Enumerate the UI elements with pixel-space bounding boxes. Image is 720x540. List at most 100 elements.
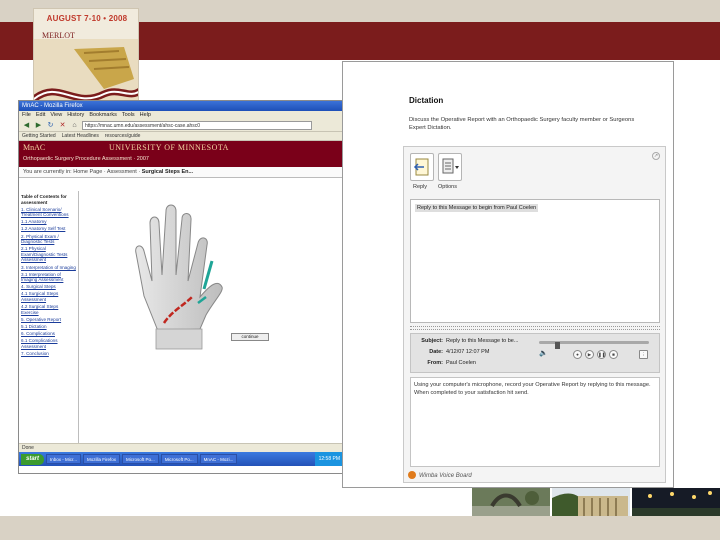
playback-thumb[interactable] — [554, 342, 560, 349]
options-icon — [442, 158, 459, 174]
subject-label: Subject: — [421, 338, 443, 344]
menu-help[interactable]: Help — [140, 111, 151, 120]
menu-bar: File Edit View History Bookmarks Tools H… — [19, 111, 342, 120]
dictation-instructions: Discuss the Operative Report with an Ort… — [409, 117, 635, 131]
windows-taskbar: start Inbox - Micr... Mozilla Firefox Mi… — [19, 452, 342, 466]
stop-icon[interactable]: ■ — [609, 350, 618, 359]
toc-heading: Table of Contents for assessment — [21, 194, 67, 205]
campus-photo-building — [552, 488, 630, 516]
reply-button[interactable] — [410, 153, 434, 181]
dictation-heading: Dictation — [409, 96, 444, 105]
wimba-brand: Wimba Voice Board — [408, 471, 472, 481]
toc-link[interactable]: 5.1 Dictation — [21, 324, 76, 330]
subject-value: Reply to this Message to be... — [446, 338, 519, 344]
toc-link[interactable]: 3.1 Interpretation of Imaging Assessment — [21, 272, 76, 283]
toc-link[interactable]: 2. Physical Exam / Diagnostic Tests — [21, 234, 76, 245]
forward-arrow-icon[interactable]: ▶ — [34, 121, 43, 130]
taskbar-item[interactable]: Inbox - Micr... — [46, 454, 82, 464]
taskbar-item[interactable]: Mozilla Firefox — [83, 454, 121, 464]
date-label: Date: — [429, 349, 443, 355]
taskbar-item[interactable]: Microsoft Po... — [122, 454, 159, 464]
continue-button[interactable]: continue — [231, 333, 269, 341]
stop-icon[interactable]: ✕ — [58, 121, 67, 130]
menu-edit[interactable]: Edit — [36, 111, 45, 120]
from-label: From: — [427, 360, 443, 366]
menu-tools[interactable]: Tools — [122, 111, 135, 120]
campus-photo-fountain — [472, 488, 550, 516]
dictation-panel: Dictation Discuss the Operative Report w… — [342, 61, 674, 488]
site-title-short: MnAC — [23, 143, 46, 152]
playback-slider[interactable] — [539, 341, 649, 349]
subject-field: Subject: Reply to this Message to be... — [415, 338, 518, 344]
conference-logo: AUGUST 7-10 • 2008 MERLOT — [33, 8, 139, 114]
wimba-brand-text: Wimba Voice Board — [419, 473, 472, 479]
menu-bookmarks[interactable]: Bookmarks — [89, 111, 117, 120]
back-arrow-icon[interactable]: ◀ — [22, 121, 31, 130]
menu-view[interactable]: View — [50, 111, 62, 120]
message-list: Reply to this Message to begin from Paul… — [410, 199, 660, 323]
message-detail: Subject: Reply to this Message to be... D… — [410, 333, 660, 373]
toc-link[interactable]: 4.2 Surgical Steps Exercise — [21, 304, 76, 315]
campus-photo-night — [632, 488, 720, 516]
toc-link[interactable]: 2.1 Physical Exam/Diagnostic Tests Asses… — [21, 246, 76, 263]
toc-link[interactable]: 6. Complications — [21, 331, 76, 337]
toc-link[interactable]: 3. Interpretation of Imaging — [21, 265, 76, 271]
page-subtitle: Orthopaedic Surgery Procedure Assessment… — [23, 156, 149, 162]
address-bar[interactable]: https://mnac.umn.edu/assessment/ahsc-cas… — [82, 121, 312, 130]
conference-dates: AUGUST 7-10 • 2008 — [46, 14, 128, 23]
site-header: MnAC UNIVERSITY OF MINNESOTA Orthopaedic… — [19, 141, 342, 167]
bookmark-item[interactable]: Latest Headlines — [62, 132, 99, 140]
play-icon[interactable]: ▶ — [585, 350, 594, 359]
window-title: MnAC - Mozilla Firefox — [19, 101, 342, 111]
voice-board: Reply Options ↗ Reply to this Message to… — [403, 146, 666, 483]
breadcrumb: You are currently in: Home Page · Assess… — [19, 167, 342, 178]
start-button[interactable]: start — [21, 453, 45, 465]
record-icon[interactable]: ● — [573, 350, 582, 359]
list-item[interactable]: Reply to this Message to begin from Paul… — [415, 204, 539, 212]
breadcrumb-prefix: You are currently in: Home Page · Assess… — [23, 169, 141, 175]
popout-icon[interactable]: ↗ — [652, 152, 660, 160]
toc-link[interactable]: 6.1 Complications Assessment — [21, 338, 76, 349]
page-content: Table of Contents for assessment 1. Clini… — [19, 191, 342, 443]
reload-icon[interactable]: ↻ — [46, 121, 55, 130]
navigation-toolbar: ◀ ▶ ↻ ✕ ⌂ https://mnac.umn.edu/assessmen… — [19, 120, 342, 132]
slide-bottom-bar — [0, 516, 720, 540]
volume-icon[interactable]: 🔈 — [539, 350, 548, 359]
taskbar-item[interactable]: MnAC - Mozi... — [199, 454, 238, 464]
menu-history[interactable]: History — [67, 111, 84, 120]
date-field: Date: 4/12/07 12:07 PM — [415, 349, 489, 355]
taskbar-clock: 12:58 PM — [314, 452, 342, 466]
menu-file[interactable]: File — [22, 111, 31, 120]
bookmarks-toolbar: Getting Started Latest Headlines resourc… — [19, 132, 342, 141]
browser-window: MnAC - Mozilla Firefox File Edit View Hi… — [18, 100, 343, 474]
browser-status-bar: Done — [19, 443, 342, 452]
audio-player: 🔈 ● ▶ ❚❚ ■ ⋮ — [539, 338, 649, 364]
hand-anatomy-image — [135, 204, 223, 350]
toc-link[interactable]: 5. Operative Report — [21, 317, 76, 323]
bookmark-item[interactable]: resources/guide — [105, 132, 141, 140]
bookmark-item[interactable]: Getting Started — [22, 132, 56, 140]
options-button[interactable] — [438, 153, 462, 181]
reply-label: Reply — [413, 184, 428, 190]
pause-icon[interactable]: ❚❚ — [597, 350, 606, 359]
toc-link[interactable]: 4.1 Surgical Steps Assessment — [21, 291, 76, 302]
from-field: From: Paul Coelen — [415, 360, 476, 366]
university-name: UNIVERSITY OF MINNESOTA — [109, 143, 229, 152]
toc-link[interactable]: 1.1 Anatomy — [21, 219, 76, 225]
toc-link[interactable]: 1.2 Anatomy Self Test — [21, 226, 76, 232]
toc-link[interactable]: 4. Surgical Steps — [21, 284, 76, 290]
toc-link[interactable]: 7. Conclusion — [21, 351, 76, 357]
home-icon[interactable]: ⌂ — [70, 121, 79, 130]
reply-icon — [413, 158, 429, 176]
from-value: Paul Coelen — [446, 360, 476, 366]
date-value: 4/12/07 12:07 PM — [446, 349, 490, 355]
message-body: Using your computer's microphone, record… — [410, 377, 660, 467]
pane-divider[interactable] — [410, 326, 660, 330]
table-of-contents: Table of Contents for assessment 1. Clini… — [19, 191, 79, 443]
wimba-logo-icon — [408, 471, 416, 480]
taskbar-item[interactable]: Microsoft Po... — [160, 454, 198, 464]
breadcrumb-current: Surgical Steps En... — [141, 169, 194, 175]
playback-options-icon[interactable]: ⋮ — [639, 350, 648, 359]
toc-link[interactable]: 1. Clinical Scenario/ Treatment Conventi… — [21, 207, 76, 218]
options-label: Options — [438, 184, 457, 190]
